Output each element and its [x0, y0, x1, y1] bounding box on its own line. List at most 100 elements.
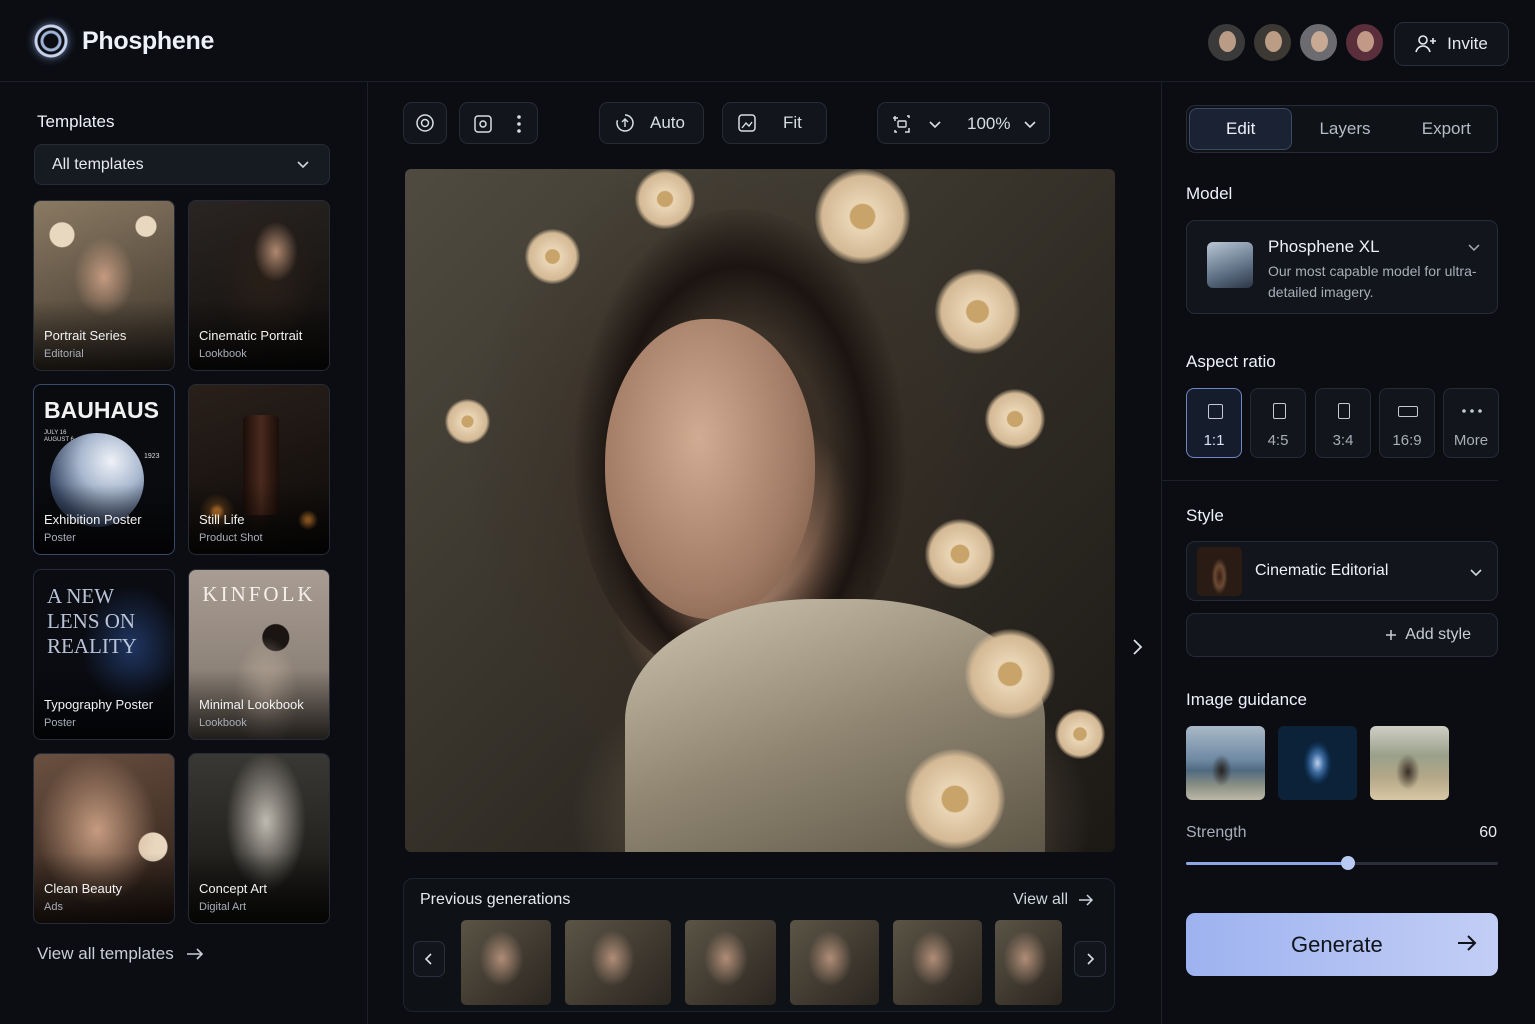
- style-section-title: Style: [1186, 506, 1224, 525]
- ratio-option-1-1[interactable]: 1:1: [1186, 388, 1242, 458]
- template-card-cinematic-portrait[interactable]: Cinematic Portrait Lookbook: [188, 200, 330, 371]
- chevron-down-icon: [929, 121, 941, 129]
- flower-decor: [1055, 709, 1105, 759]
- add-style-button[interactable]: Add style: [1186, 613, 1498, 657]
- poster-heading: BAUHAUS: [44, 397, 159, 423]
- style-thumbnail: [1197, 547, 1242, 596]
- template-title: Exhibition Poster: [44, 512, 142, 527]
- ratio-label: 3:4: [1332, 432, 1354, 449]
- guidance-image-abstract[interactable]: [1278, 726, 1357, 800]
- plus-icon: [1386, 630, 1397, 640]
- more-horizontal-icon: [1462, 409, 1482, 413]
- template-card-portrait-series[interactable]: Portrait Series Editorial: [33, 200, 175, 371]
- auto-button[interactable]: Auto: [599, 102, 704, 144]
- template-title: Minimal Lookbook: [199, 697, 304, 712]
- poster-year: 1923: [144, 453, 160, 460]
- template-card-minimal-lookbook[interactable]: KINFOLK Minimal Lookbook Lookbook: [188, 569, 330, 740]
- guidance-image-lake[interactable]: [1186, 726, 1265, 800]
- fit-image-icon: [738, 114, 756, 132]
- template-card-clean-beauty[interactable]: Clean Beauty Ads: [33, 753, 175, 924]
- avatar[interactable]: [1298, 22, 1339, 63]
- crop-dropdown[interactable]: [927, 116, 943, 137]
- capture-button[interactable]: [473, 114, 493, 139]
- tab-export[interactable]: Export: [1396, 106, 1497, 152]
- avatar[interactable]: [1206, 22, 1247, 63]
- auto-enhance-icon: [616, 114, 634, 132]
- ratio-option-16-9[interactable]: 16:9: [1379, 388, 1435, 458]
- ratio-option-3-4[interactable]: 3:4: [1315, 388, 1371, 458]
- ratio-label: 16:9: [1392, 432, 1422, 449]
- more-options-button[interactable]: [513, 114, 525, 139]
- generation-thumbnail[interactable]: [461, 920, 551, 1005]
- invite-button[interactable]: Invite: [1394, 22, 1509, 66]
- template-title: Still Life: [199, 512, 245, 527]
- next-page-button[interactable]: [1074, 941, 1106, 977]
- panel-tabs: Edit Layers Export: [1186, 105, 1498, 153]
- template-subtitle: Editorial: [44, 348, 84, 360]
- flower-decor: [445, 399, 490, 444]
- capture-icon: [474, 115, 492, 133]
- chevron-right-icon: [1133, 639, 1143, 655]
- tab-layers[interactable]: Layers: [1294, 106, 1395, 152]
- template-subtitle: Poster: [44, 717, 76, 729]
- view-all-generations-link[interactable]: View all: [1013, 891, 1094, 909]
- flower-decor: [635, 169, 695, 229]
- model-name: Phosphene XL: [1268, 237, 1380, 256]
- template-filter-select[interactable]: All templates: [34, 144, 330, 185]
- avatar[interactable]: [1344, 22, 1385, 63]
- strength-slider-handle[interactable]: [1341, 856, 1356, 870]
- chevron-left-icon: [424, 953, 432, 965]
- target-icon: [416, 114, 434, 132]
- generation-thumbnail[interactable]: [995, 920, 1062, 1005]
- camera-tools-group: [459, 102, 538, 144]
- template-card-exhibition-poster[interactable]: BAUHAUS JULY 16 AUGUST 6 1923 Exhibition…: [33, 384, 175, 555]
- model-description: Our most capable model for ultra-detaile…: [1268, 263, 1477, 300]
- arrow-right-icon: [1079, 894, 1094, 906]
- poster-typography: A NEW LENS ON REALITY: [47, 584, 137, 658]
- templates-title: Templates: [37, 112, 115, 131]
- target-button[interactable]: [403, 102, 447, 144]
- avatar[interactable]: [1252, 22, 1293, 63]
- generation-thumbnail[interactable]: [893, 920, 982, 1005]
- fit-button[interactable]: Fit: [722, 102, 827, 144]
- generate-button[interactable]: Generate: [1186, 913, 1498, 976]
- previous-page-button[interactable]: [413, 941, 445, 977]
- generate-label: Generate: [1291, 931, 1383, 957]
- generation-thumbnail[interactable]: [565, 920, 671, 1005]
- flower-decor: [985, 389, 1045, 449]
- template-card-still-life[interactable]: Still Life Product Shot: [188, 384, 330, 555]
- generation-thumbnail[interactable]: [790, 920, 879, 1005]
- strength-slider[interactable]: [1186, 856, 1498, 870]
- flower-decor: [525, 229, 580, 284]
- main-canvas-image[interactable]: [405, 169, 1115, 852]
- style-select[interactable]: Cinematic Editorial: [1186, 541, 1498, 601]
- strength-label: Strength: [1186, 824, 1247, 841]
- templates-sidebar: Templates All templates Portrait Series E…: [0, 82, 368, 1024]
- template-subtitle: Digital Art: [199, 901, 247, 913]
- flower-decor: [935, 269, 1020, 354]
- app-name: Phosphene: [82, 26, 215, 55]
- model-select[interactable]: Phosphene XL Our most capable model for …: [1186, 220, 1498, 314]
- add-style-label: Add style: [1405, 626, 1471, 643]
- template-title: Portrait Series: [44, 328, 127, 343]
- strength-value: 60: [1479, 824, 1497, 841]
- template-card-concept-art[interactable]: Concept Art Digital Art: [188, 753, 330, 924]
- next-image-button[interactable]: [1128, 636, 1146, 663]
- guidance-image-meadow[interactable]: [1370, 726, 1449, 800]
- crop-button[interactable]: [891, 114, 913, 139]
- logo[interactable]: Phosphene: [32, 22, 214, 60]
- flower-decor: [925, 519, 995, 589]
- more-vertical-icon: [517, 115, 521, 133]
- face-shape: [605, 319, 815, 619]
- ratio-option-more[interactable]: More: [1443, 388, 1499, 458]
- generation-thumbnail[interactable]: [685, 920, 776, 1005]
- zoom-select[interactable]: 100%: [967, 114, 1038, 134]
- template-card-typography-poster[interactable]: A NEW LENS ON REALITY Typography Poster P…: [33, 569, 175, 740]
- template-title: Clean Beauty: [44, 881, 123, 896]
- template-subtitle: Lookbook: [199, 348, 247, 360]
- portrait-rect-icon: [1273, 403, 1286, 419]
- view-all-templates-link[interactable]: View all templates: [37, 944, 204, 964]
- flower-decor: [965, 629, 1055, 719]
- ratio-option-4-5[interactable]: 4:5: [1250, 388, 1306, 458]
- tab-edit[interactable]: Edit: [1189, 108, 1293, 150]
